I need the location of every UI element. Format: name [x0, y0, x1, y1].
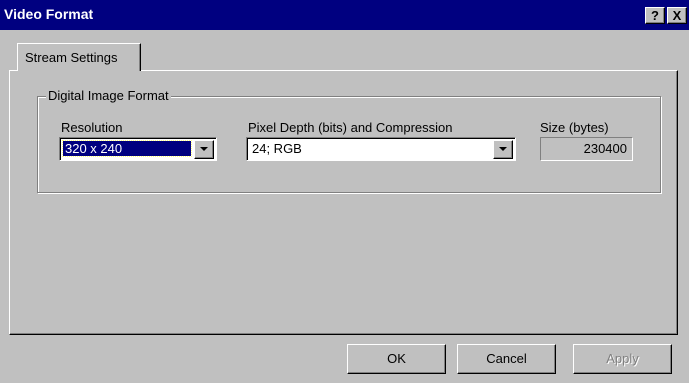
- resolution-select[interactable]: 320 x 240: [59, 137, 217, 161]
- help-button[interactable]: ?: [645, 7, 665, 24]
- window-title: Video Format: [4, 6, 94, 22]
- title-bar[interactable]: Video Format ? X: [0, 0, 689, 30]
- tab-stream-settings[interactable]: Stream Settings: [17, 43, 141, 71]
- resolution-label: Resolution: [61, 120, 123, 135]
- cancel-button[interactable]: Cancel: [457, 344, 556, 374]
- group-label: Digital Image Format: [46, 88, 171, 103]
- pixel-depth-label: Pixel Depth (bits) and Compression: [248, 120, 453, 135]
- ok-button[interactable]: OK: [347, 344, 446, 374]
- apply-button[interactable]: Apply: [573, 344, 672, 374]
- chevron-down-icon[interactable]: [194, 140, 214, 159]
- pixel-depth-select[interactable]: 24; RGB: [246, 137, 516, 161]
- chevron-down-icon[interactable]: [493, 140, 513, 159]
- tab-label: Stream Settings: [25, 50, 118, 65]
- video-format-dialog: Video Format ? X Stream Settings Digital…: [0, 0, 689, 383]
- size-value: 230400: [540, 137, 633, 161]
- close-button[interactable]: X: [667, 7, 687, 24]
- resolution-value: 320 x 240: [62, 140, 192, 157]
- pixel-depth-value: 24; RGB: [252, 141, 302, 156]
- size-label: Size (bytes): [540, 120, 609, 135]
